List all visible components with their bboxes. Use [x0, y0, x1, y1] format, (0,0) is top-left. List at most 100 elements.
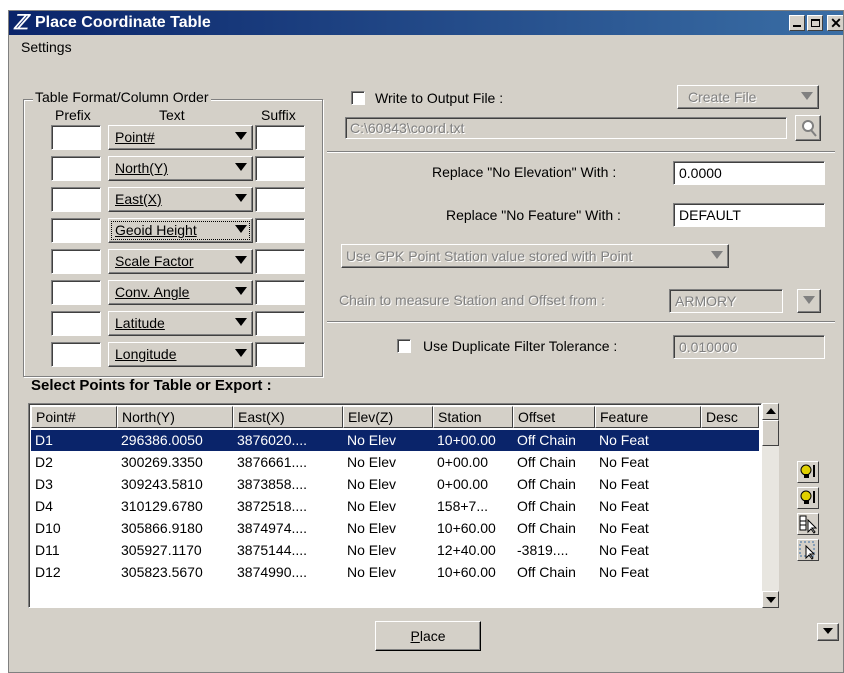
prefix-header: Prefix [55, 107, 91, 123]
column-header[interactable]: Point# [31, 406, 117, 428]
select-all-bulb-button[interactable] [797, 461, 819, 483]
suffix-field[interactable] [255, 249, 305, 274]
suffix-field[interactable] [255, 311, 305, 336]
browse-button[interactable] [795, 115, 821, 141]
list-cursor-icon [799, 515, 818, 534]
table-cell: 10+60.00 [437, 520, 496, 536]
suffix-field[interactable] [255, 187, 305, 212]
column-header[interactable]: Desc [701, 406, 759, 428]
suffix-field[interactable] [255, 156, 305, 181]
table-cell: No Elev [347, 432, 397, 448]
prefix-field[interactable] [51, 218, 101, 243]
table-cell: 12+40.00 [437, 542, 496, 558]
chain-field[interactable]: ARMORY [669, 289, 783, 313]
table-row[interactable]: D4 310129.6780 3872518.... No Elev 158+7... O… [31, 496, 759, 517]
vertical-scrollbar[interactable] [762, 403, 779, 608]
table-cell: 158+7... [437, 498, 488, 514]
minimize-button[interactable] [789, 15, 805, 31]
chain-dropdown-button[interactable] [797, 289, 821, 313]
table-row[interactable]: D12 305823.5670 3874990.... No Elev 10+60.00… [31, 562, 759, 583]
chevron-down-icon [235, 318, 247, 326]
prefix-field[interactable] [51, 280, 101, 305]
table-cell: 10+60.00 [437, 564, 496, 580]
scroll-thumb[interactable] [762, 420, 779, 446]
scroll-up-button[interactable] [762, 403, 779, 420]
suffix-field[interactable] [255, 342, 305, 367]
table-row[interactable]: D3 309243.5810 3873858.... No Elev 0+00.00 Of… [31, 474, 759, 495]
column-text-dropdown[interactable]: North(Y) [108, 156, 253, 181]
column-header[interactable]: Elev(Z) [343, 406, 433, 428]
arrow-down-icon [765, 597, 776, 603]
suffix-field[interactable] [255, 280, 305, 305]
output-path-field[interactable]: C:\60843\coord.txt [345, 117, 787, 139]
no-feat-label: Replace "No Feature" With : [446, 207, 621, 223]
table-cell: No Elev [347, 454, 397, 470]
prefix-field[interactable] [51, 187, 101, 212]
table-cell: No Elev [347, 498, 397, 514]
station-source-dropdown[interactable]: Use GPK Point Station value stored with … [341, 244, 729, 268]
suffix-field[interactable] [255, 125, 305, 150]
duplicate-filter-checkbox[interactable] [397, 339, 411, 353]
chevron-down-icon [235, 256, 247, 264]
write-output-checkbox[interactable] [351, 91, 365, 105]
table-cell: Off Chain [517, 454, 576, 470]
deselect-bulb-button[interactable] [797, 487, 819, 509]
maximize-button[interactable] [807, 15, 823, 31]
prefix-field[interactable] [51, 342, 101, 367]
table-row[interactable]: D10 305866.9180 3874974.... No Elev 10+60.00… [31, 518, 759, 539]
column-text-label: Geoid Height [115, 222, 197, 238]
table-cell: No Feat [599, 432, 649, 448]
prefix-field[interactable] [51, 249, 101, 274]
no-feat-field[interactable]: DEFAULT [673, 203, 825, 227]
column-text-label: North(Y) [115, 160, 168, 176]
column-text-dropdown[interactable]: Scale Factor [108, 249, 253, 274]
column-text-dropdown[interactable]: East(X) [108, 187, 253, 212]
suffix-header: Suffix [261, 107, 296, 123]
table-cell: D10 [35, 520, 61, 536]
title-bar[interactable]: ℤ Place Coordinate Table ✕ [9, 11, 843, 35]
scroll-down-button[interactable] [762, 591, 779, 608]
column-text-label: Point# [115, 129, 155, 145]
close-button[interactable]: ✕ [827, 15, 843, 31]
table-cell: No Elev [347, 520, 397, 536]
expand-button[interactable] [817, 623, 839, 641]
column-header[interactable]: Station [433, 406, 513, 428]
create-file-dropdown[interactable]: Create File [677, 85, 819, 109]
select-list-button[interactable] [797, 513, 819, 535]
column-header[interactable]: East(X) [233, 406, 343, 428]
chevron-down-icon [803, 296, 815, 304]
table-row[interactable]: D1 296386.0050 3876020.... No Elev 10+00.00 O… [31, 430, 759, 451]
duplicate-tolerance-field[interactable]: 0.010000 [673, 335, 825, 359]
table-cell: Off Chain [517, 498, 576, 514]
column-text-dropdown[interactable]: Point# [108, 125, 253, 150]
table-row[interactable]: D2 300269.3350 3876661.... No Elev 0+00.00 Of… [31, 452, 759, 473]
prefix-field[interactable] [51, 311, 101, 336]
station-source-label: Use GPK Point Station value stored with … [346, 248, 633, 264]
table-cell: 309243.5810 [121, 476, 203, 492]
prefix-field[interactable] [51, 156, 101, 181]
column-header[interactable]: Offset [513, 406, 595, 428]
app-logo-icon: ℤ [13, 12, 28, 34]
table-cell: 0+00.00 [437, 454, 488, 470]
chain-label: Chain to measure Station and Offset from… [339, 292, 605, 308]
column-text-dropdown[interactable]: Latitude [108, 311, 253, 336]
table-cell: D2 [35, 454, 53, 470]
table-row[interactable]: D11 305927.1170 3875144.... No Elev 12+40.00… [31, 540, 759, 561]
column-text-dropdown[interactable]: Geoid Height [108, 218, 253, 243]
column-text-label: Scale Factor [115, 253, 194, 269]
table-cell: 3874974.... [237, 520, 308, 536]
menu-settings[interactable]: Settings [21, 39, 72, 55]
suffix-field[interactable] [255, 218, 305, 243]
column-header[interactable]: North(Y) [117, 406, 233, 428]
chevron-down-icon [711, 251, 723, 259]
create-file-label: Create File [688, 89, 757, 105]
place-button[interactable]: Place [375, 621, 481, 651]
column-header[interactable]: Feature [595, 406, 701, 428]
column-text-dropdown[interactable]: Longitude [108, 342, 253, 367]
points-list[interactable]: Point# North(Y) East(X) Elev(Z) Station Offse… [28, 403, 762, 608]
prefix-field[interactable] [51, 125, 101, 150]
table-cell: Off Chain [517, 564, 576, 580]
column-text-dropdown[interactable]: Conv. Angle [108, 280, 253, 305]
pick-point-button[interactable] [797, 539, 819, 561]
no-elev-field[interactable]: 0.0000 [673, 161, 825, 185]
